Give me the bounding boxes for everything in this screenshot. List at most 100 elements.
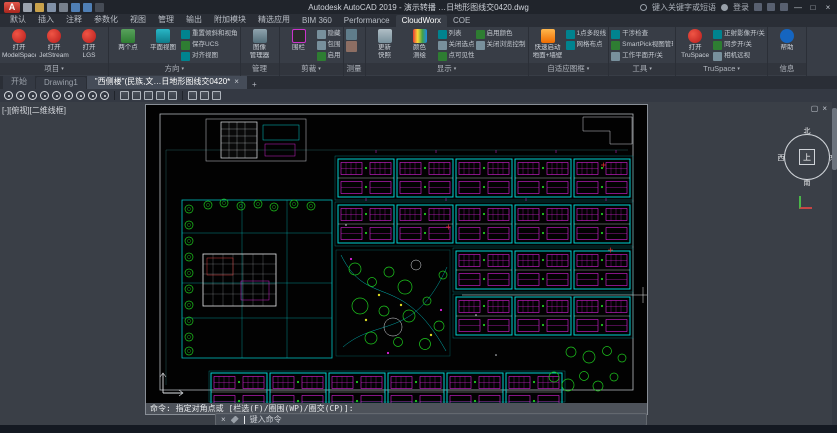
ribbon-big-button[interactable]: 更新快照: [368, 28, 402, 62]
help-menu-icon[interactable]: [780, 3, 788, 11]
document-tab[interactable]: 开始: [3, 76, 35, 89]
record-circle-icon[interactable]: [76, 91, 85, 100]
ribbon-small-button[interactable]: 关闭浏览控制: [476, 40, 526, 50]
panel-label[interactable]: 管理: [241, 63, 279, 75]
app-logo[interactable]: A: [4, 2, 20, 13]
panel-label[interactable]: TruSpace▾: [676, 63, 767, 75]
maximize-button[interactable]: □: [808, 3, 818, 12]
record-circle-icon[interactable]: [4, 91, 13, 100]
customize-icon[interactable]: [231, 416, 239, 424]
ribbon-small-button[interactable]: 重置倾斜和视角: [181, 29, 238, 39]
ribbon-small-button[interactable]: SmartPick视图管理器: [611, 40, 673, 50]
ribbon-big-button[interactable]: 快速启动地面+墙壁: [531, 28, 565, 62]
ribbon-big-button[interactable]: 打开LGS: [72, 28, 106, 62]
viewport-controls[interactable]: [-][俯视][二维线框]: [2, 105, 66, 116]
minimize-button[interactable]: —: [793, 3, 803, 12]
draw-tool-icon[interactable]: [144, 91, 153, 100]
draw-tool-icon[interactable]: [188, 91, 197, 100]
ribbon-tab[interactable]: 精选应用: [252, 14, 296, 27]
ribbon-small-button[interactable]: [346, 29, 357, 40]
panel-label[interactable]: 工具▾: [609, 63, 675, 75]
record-circle-icon[interactable]: [52, 91, 61, 100]
ribbon-big-button[interactable]: 打开ModelSpace视图: [2, 28, 36, 62]
ribbon-small-button[interactable]: 网格布点: [566, 40, 607, 50]
keep-connected-icon[interactable]: [767, 3, 775, 11]
ribbon-small-button[interactable]: 干涉检查: [611, 29, 673, 39]
ribbon-tab[interactable]: 附加模块: [208, 14, 252, 27]
record-circle-icon[interactable]: [28, 91, 37, 100]
open-folder-icon[interactable]: [35, 3, 44, 12]
draw-tool-icon[interactable]: [132, 91, 141, 100]
ribbon-tab[interactable]: 注释: [60, 14, 88, 27]
ribbon-small-button[interactable]: 1点多段线: [566, 29, 607, 39]
ribbon-small-button[interactable]: 相机远视: [713, 51, 765, 61]
panel-label[interactable]: 显示▾: [366, 63, 528, 75]
scrollbar-thumb[interactable]: [832, 108, 837, 170]
ribbon-big-button[interactable]: 图像管理器: [243, 28, 277, 62]
search-placeholder[interactable]: 键入关键字或短语: [652, 2, 716, 13]
ribbon-tab[interactable]: BIM 360: [296, 15, 338, 27]
panel-label[interactable]: 自适应图框▾: [529, 63, 609, 75]
redo-icon[interactable]: [83, 3, 92, 12]
panel-label[interactable]: 剪裁▾: [280, 63, 343, 75]
ribbon-big-button[interactable]: 颜色测绘: [403, 28, 437, 62]
ribbon-tab[interactable]: 输出: [180, 14, 208, 27]
apps-store-icon[interactable]: [754, 3, 762, 11]
ribbon-tab[interactable]: 管理: [152, 14, 180, 27]
panel-label[interactable]: 信息: [768, 63, 806, 75]
record-circle-icon[interactable]: [64, 91, 73, 100]
close-button[interactable]: ×: [823, 3, 833, 12]
compass-up-face[interactable]: 上: [799, 149, 815, 165]
command-input-bar[interactable]: × 键入命令: [215, 413, 647, 425]
ribbon-small-button[interactable]: 同步开/关: [713, 40, 765, 50]
ribbon-big-button[interactable]: 平面视图: [146, 28, 180, 62]
ribbon-tab[interactable]: CloudWorx: [396, 15, 447, 27]
dropdown-icon[interactable]: [95, 3, 104, 12]
ribbon-small-button[interactable]: 关闭选点: [438, 40, 475, 50]
ribbon-big-button[interactable]: 帮助: [770, 28, 804, 62]
ribbon-small-button[interactable]: 工作平面开/关: [611, 51, 673, 61]
ribbon-small-button[interactable]: 列表: [438, 29, 475, 39]
draw-tool-icon[interactable]: [200, 91, 209, 100]
record-circle-icon[interactable]: [16, 91, 25, 100]
ribbon-big-button[interactable]: 两个点: [111, 28, 145, 62]
compass-south[interactable]: 南: [801, 178, 813, 188]
undo-icon[interactable]: [71, 3, 80, 12]
document-tab[interactable]: Drawing1: [36, 77, 86, 89]
ribbon-tab[interactable]: 参数化: [88, 14, 124, 27]
ribbon-small-button[interactable]: 包围: [317, 40, 341, 50]
ribbon-small-button[interactable]: 点可见性: [438, 51, 475, 61]
save-icon[interactable]: [47, 3, 56, 12]
signin-label[interactable]: 登录: [733, 2, 749, 13]
vertical-scrollbar[interactable]: [832, 102, 837, 425]
print-icon[interactable]: [59, 3, 68, 12]
record-circle-icon[interactable]: [100, 91, 109, 100]
ribbon-tab[interactable]: 插入: [32, 14, 60, 27]
panel-label[interactable]: 测量: [344, 63, 365, 75]
draw-tool-icon[interactable]: [168, 91, 177, 100]
record-circle-icon[interactable]: [88, 91, 97, 100]
new-file-icon[interactable]: [23, 3, 32, 12]
ribbon-small-button[interactable]: 启用颜色: [476, 29, 526, 39]
ribbon-tab[interactable]: Performance: [338, 15, 396, 27]
document-tab[interactable]: "西侧楼"(民族,文…日地形图线交0420*×: [87, 76, 247, 89]
close-tab-icon[interactable]: ×: [234, 77, 239, 86]
ribbon-tab[interactable]: COE: [447, 15, 476, 27]
ribbon-small-button[interactable]: [346, 41, 357, 52]
close-command-icon[interactable]: ×: [221, 415, 226, 424]
drawing-canvas[interactable]: [146, 105, 647, 403]
ribbon-big-button[interactable]: 打开JetStream: [37, 28, 71, 62]
ribbon-small-button[interactable]: 保存UCS: [181, 40, 238, 50]
navigation-compass[interactable]: 北 南 西 东 上: [776, 126, 837, 188]
ribbon-tab[interactable]: 默认: [4, 14, 32, 27]
ribbon-small-button[interactable]: 隐藏: [317, 29, 341, 39]
compass-north[interactable]: 北: [801, 126, 813, 136]
ribbon-big-button[interactable]: 围栏: [282, 28, 316, 62]
draw-tool-icon[interactable]: [120, 91, 129, 100]
command-input-placeholder[interactable]: 键入命令: [250, 414, 282, 425]
ribbon-tab[interactable]: 视图: [124, 14, 152, 27]
panel-label[interactable]: 项目▾: [0, 63, 108, 75]
record-circle-icon[interactable]: [40, 91, 49, 100]
ribbon-small-button[interactable]: 对齐视图: [181, 51, 238, 61]
restore-window-icon[interactable]: ▢: [811, 104, 819, 113]
